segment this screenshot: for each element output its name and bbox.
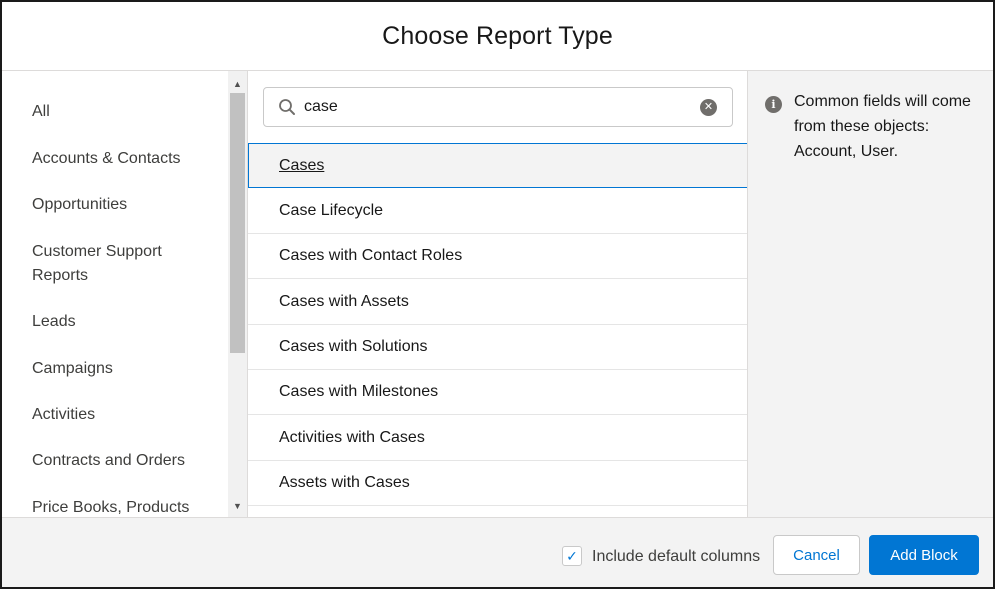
result-item-cases[interactable]: Cases [248, 143, 747, 188]
result-label: Assets with Cases [279, 474, 410, 491]
result-label: Activities with Cases [279, 429, 425, 446]
result-item-cases-with-contact-roles[interactable]: Cases with Contact Roles [248, 234, 747, 279]
result-item-cases-with-assets[interactable]: Cases with Assets [248, 280, 747, 325]
details-panel: i Common fields will come from these obj… [748, 71, 993, 517]
info-icon: i [765, 96, 782, 113]
results-panel: ✕ Cases Case Lifecycle Cases with Contac… [248, 71, 748, 517]
category-scrollbar[interactable]: ▲ ▼ [228, 71, 247, 517]
result-label: Case Lifecycle [279, 202, 384, 219]
result-label: Cases with Assets [279, 293, 409, 310]
category-item-opportunities[interactable]: Opportunities [32, 193, 222, 217]
result-label: Cases with Solutions [279, 338, 428, 355]
category-item-customer-support-reports[interactable]: Customer Support Reports [32, 240, 182, 288]
clear-icon[interactable]: ✕ [700, 99, 717, 116]
category-item-activities[interactable]: Activities [32, 403, 222, 427]
result-item-assets-with-cases[interactable]: Assets with Cases [248, 461, 747, 506]
category-item-accounts-contacts[interactable]: Accounts & Contacts [32, 147, 222, 171]
search-input[interactable] [304, 94, 694, 120]
category-item-leads[interactable]: Leads [32, 310, 222, 334]
modal-footer: ✓ Include default columns Cancel Add Blo… [2, 517, 993, 587]
add-block-button[interactable]: Add Block [869, 535, 979, 575]
result-label: Cases [279, 156, 325, 174]
category-item-campaigns[interactable]: Campaigns [32, 357, 222, 381]
category-item-price-books-products[interactable]: Price Books, Products [32, 496, 222, 517]
category-item-contracts-orders[interactable]: Contracts and Orders [32, 449, 222, 473]
page-title: Choose Report Type [382, 21, 613, 50]
search-box[interactable]: ✕ [263, 87, 733, 127]
chevron-up-icon[interactable]: ▲ [228, 75, 247, 93]
result-item-cases-with-solutions[interactable]: Cases with Solutions [248, 325, 747, 370]
category-panel: All Accounts & Contacts Opportunities Cu… [2, 71, 248, 517]
modal-header: Choose Report Type [2, 2, 993, 71]
category-item-all[interactable]: All [32, 100, 222, 124]
check-icon: ✓ [566, 547, 578, 564]
scroll-thumb[interactable] [230, 93, 245, 353]
result-item-activities-with-cases[interactable]: Activities with Cases [248, 416, 747, 461]
search-icon [279, 99, 295, 115]
result-item-cases-with-milestones[interactable]: Cases with Milestones [248, 370, 747, 415]
chevron-down-icon[interactable]: ▼ [228, 497, 247, 515]
cancel-button[interactable]: Cancel [773, 535, 860, 575]
include-default-columns-label: Include default columns [592, 548, 761, 565]
common-fields-info: Common fields will come from these objec… [794, 93, 971, 160]
result-item-case-lifecycle[interactable]: Case Lifecycle [248, 189, 747, 234]
choose-report-type-modal: Choose Report Type All Accounts & Contac… [0, 0, 995, 589]
result-label: Cases with Milestones [279, 383, 439, 400]
result-label: Cases with Contact Roles [279, 247, 463, 264]
include-default-columns-checkbox[interactable]: ✓ [562, 546, 582, 566]
